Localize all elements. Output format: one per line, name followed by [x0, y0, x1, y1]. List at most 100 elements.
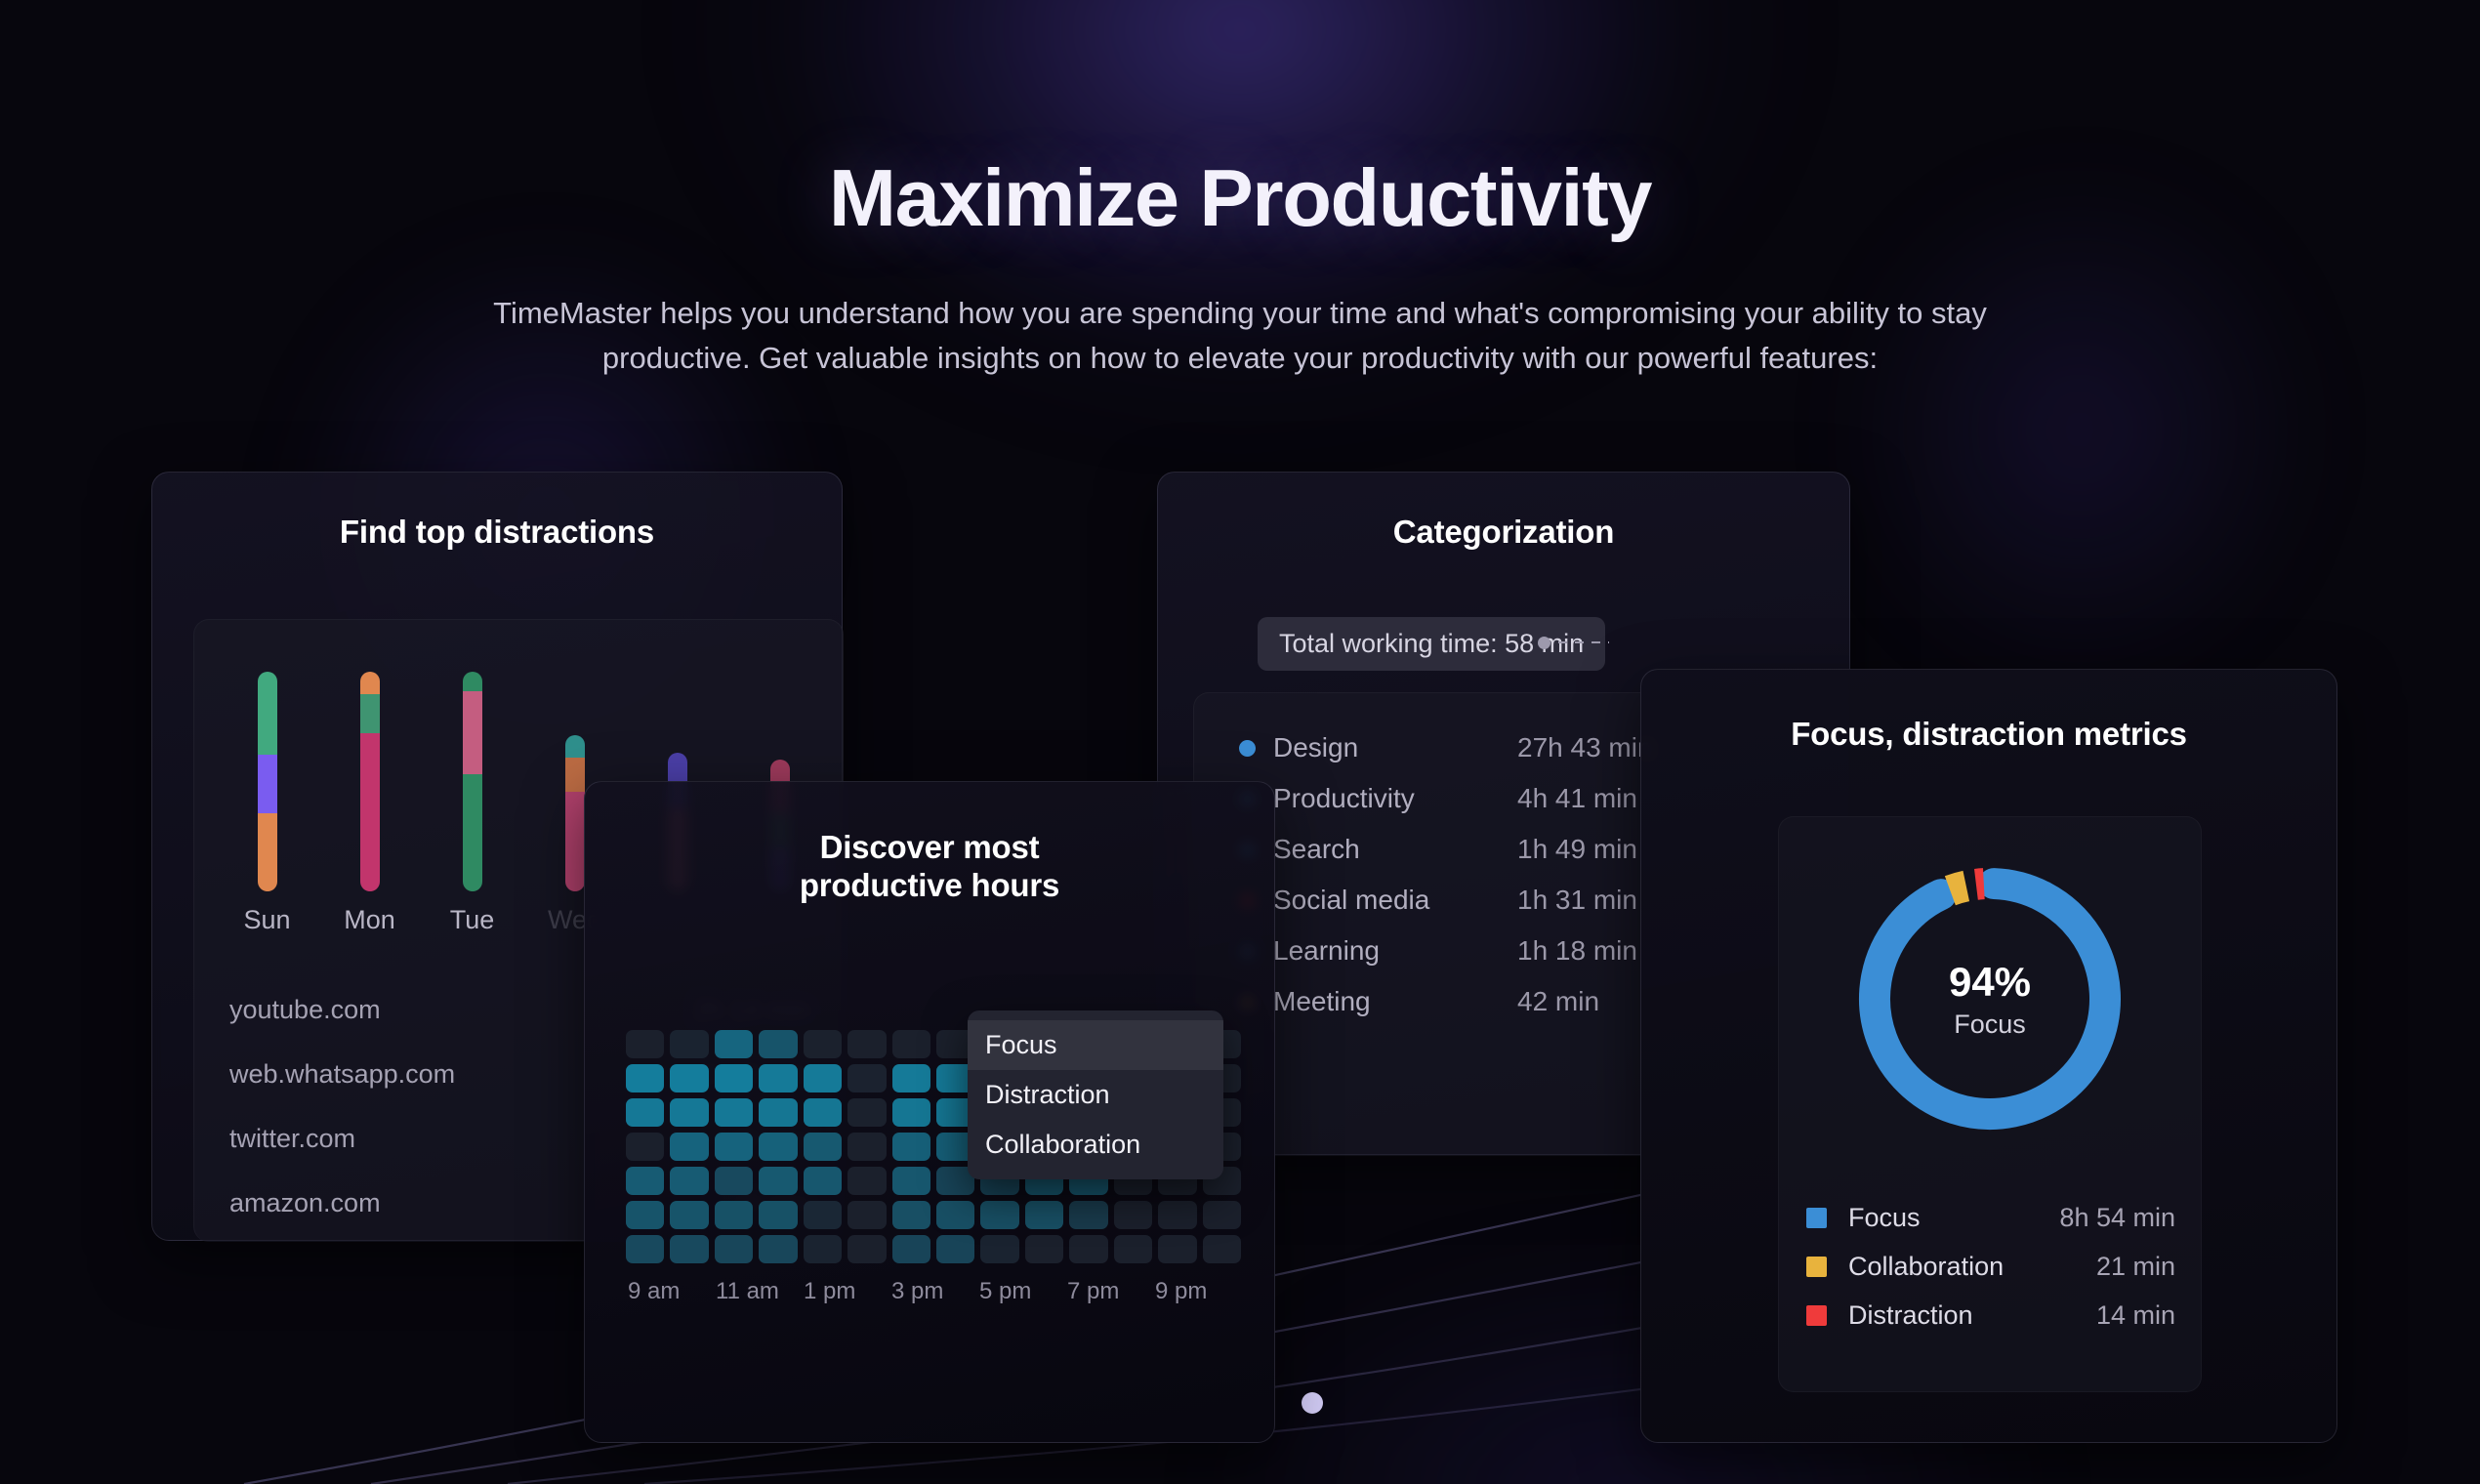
- heatmap-cell: [670, 1235, 709, 1263]
- heatmap-cell: [626, 1030, 665, 1058]
- category-name: Design: [1273, 732, 1359, 763]
- hour-axis-label: 9 am: [628, 1278, 681, 1304]
- dropdown-item-collaboration[interactable]: Collaboration: [968, 1120, 1223, 1170]
- metrics-legend: Focus 8h 54 min Collaboration 21 min Distrac…: [1806, 1193, 2175, 1340]
- bar-segment: [462, 691, 482, 774]
- metric-legend-row: Focus 8h 54 min: [1806, 1193, 2175, 1242]
- category-time: 27h 43 min: [1517, 732, 1653, 763]
- bar-segment: [359, 732, 380, 891]
- heatmap-cell: [626, 1133, 665, 1161]
- category-name: Social media: [1273, 885, 1430, 915]
- heatmap-cell: [891, 1133, 930, 1161]
- legend-value: 8h 54 min: [2059, 1202, 2175, 1232]
- heatmap-cell: [759, 1030, 798, 1058]
- hour-axis-label: 7 pm: [1067, 1278, 1120, 1304]
- heatmap-cell: [1069, 1235, 1108, 1263]
- heatmap-cell: [626, 1064, 665, 1092]
- category-name: Productivity: [1273, 783, 1415, 813]
- site-name: web.whatsapp.com: [229, 1058, 456, 1089]
- legend-color-swatch: [1806, 1304, 1827, 1326]
- subtitle-line-2: productive. Get valuable insights on how…: [601, 340, 1879, 375]
- dropdown-item-focus[interactable]: Focus: [968, 1020, 1223, 1070]
- metric-legend-row: Distraction 14 min: [1806, 1291, 2175, 1340]
- category-time: 4h 41 min: [1517, 783, 1637, 813]
- bar-column: [564, 647, 585, 891]
- heatmap-cell: [759, 1201, 798, 1229]
- category-time: 1h 18 min: [1517, 935, 1637, 966]
- hour-axis-label: 5 pm: [979, 1278, 1032, 1304]
- heatmap-cell: [1202, 1201, 1241, 1229]
- day-axis-label: Tue: [449, 905, 495, 934]
- heatmap-cell: [803, 1235, 843, 1263]
- bar-stack: [257, 672, 277, 891]
- heatmap-cell: [714, 1167, 754, 1195]
- day-axis-label: Sun: [243, 905, 291, 934]
- heatmap-cell: [847, 1064, 887, 1092]
- card-title-hours: Discover most productive hours: [585, 829, 1274, 905]
- legend-label: Distraction: [1848, 1299, 1973, 1330]
- donut-segment-distraction: [1974, 868, 1985, 900]
- heatmap-cell: [759, 1064, 798, 1092]
- bar-column: [257, 647, 277, 891]
- heatmap-cell: [891, 1167, 930, 1195]
- heatmap-cell: [847, 1235, 887, 1263]
- bar-stack: [359, 672, 380, 891]
- card-discover-productive-hours[interactable]: Discover most productive hours 9 am 11 am…: [584, 781, 1275, 1443]
- connector-dashed-line: [1558, 641, 1609, 643]
- heatmap-cell: [1024, 1235, 1064, 1263]
- heatmap-hour-axis: 9 am 11 am 1 pm 3 pm 5 pm 7 pm 9 pm: [626, 1278, 1241, 1317]
- heatmap-cell: [670, 1167, 709, 1195]
- category-name: Meeting: [1273, 986, 1371, 1016]
- heatmap-cell: [626, 1098, 665, 1127]
- heatmap-cell: [670, 1133, 709, 1161]
- heatmap-cell: [714, 1133, 754, 1161]
- heatmap-cell: [847, 1098, 887, 1127]
- subtitle-line-1: TimeMaster helps you understand how you …: [493, 296, 1987, 330]
- heatmap-cell: [1069, 1201, 1108, 1229]
- category-name: Learning: [1273, 935, 1380, 966]
- card-title-hours-line-2: productive hours: [799, 866, 1060, 903]
- bar-segment: [564, 735, 585, 758]
- heatmap-cell: [847, 1030, 887, 1058]
- day-axis-label: Mon: [344, 905, 395, 934]
- heatmap-cell: [980, 1201, 1019, 1229]
- heatmap-cell: [1113, 1235, 1153, 1263]
- bar-column: [359, 647, 380, 891]
- page-root: Maximize Productivity TimeMaster helps y…: [0, 0, 2480, 1484]
- heatmap-cell: [1113, 1201, 1153, 1229]
- bar-segment: [564, 791, 585, 891]
- heatmap-cell: [1158, 1235, 1197, 1263]
- heatmap-cell: [980, 1235, 1019, 1263]
- heatmap-cell: [759, 1098, 798, 1127]
- heatmap-cell: [891, 1235, 930, 1263]
- heatmap-cell: [670, 1201, 709, 1229]
- card-focus-distraction-metrics[interactable]: Focus, distraction metrics 94% Focus Foc…: [1640, 669, 2337, 1443]
- bar-stack: [564, 735, 585, 891]
- bar-segment: [359, 672, 380, 694]
- category-name: Search: [1273, 834, 1360, 864]
- page-subtitle: TimeMaster helps you understand how you …: [293, 296, 2187, 385]
- bar-segment: [462, 672, 482, 691]
- dropdown-item-distraction[interactable]: Distraction: [968, 1070, 1223, 1120]
- heatmap-cell: [935, 1235, 975, 1263]
- category-filter-dropdown[interactable]: Focus Distraction Collaboration: [968, 1010, 1223, 1179]
- legend-label: Focus: [1848, 1202, 1921, 1232]
- hour-axis-label: 9 pm: [1155, 1278, 1208, 1304]
- donut-svg: [1859, 868, 2121, 1130]
- heatmap-cell: [803, 1167, 843, 1195]
- bar-segment: [462, 774, 482, 891]
- site-name: amazon.com: [229, 1187, 381, 1217]
- legend-value: 21 min: [2095, 1251, 2175, 1281]
- card-title-distractions: Find top distractions: [339, 514, 655, 550]
- heatmap-cell: [803, 1098, 843, 1127]
- card-title-hours-line-1: Discover most: [819, 829, 1040, 865]
- category-time: 1h 49 min: [1517, 834, 1637, 864]
- site-name: twitter.com: [229, 1123, 356, 1153]
- hour-axis-label: 3 pm: [891, 1278, 944, 1304]
- category-color-dot: [1239, 739, 1256, 757]
- heatmap-cell: [670, 1030, 709, 1058]
- heatmap-cell: [714, 1064, 754, 1092]
- legend-color-swatch: [1806, 1207, 1827, 1228]
- heatmap-cell: [847, 1167, 887, 1195]
- heatmap-cell: [891, 1064, 930, 1092]
